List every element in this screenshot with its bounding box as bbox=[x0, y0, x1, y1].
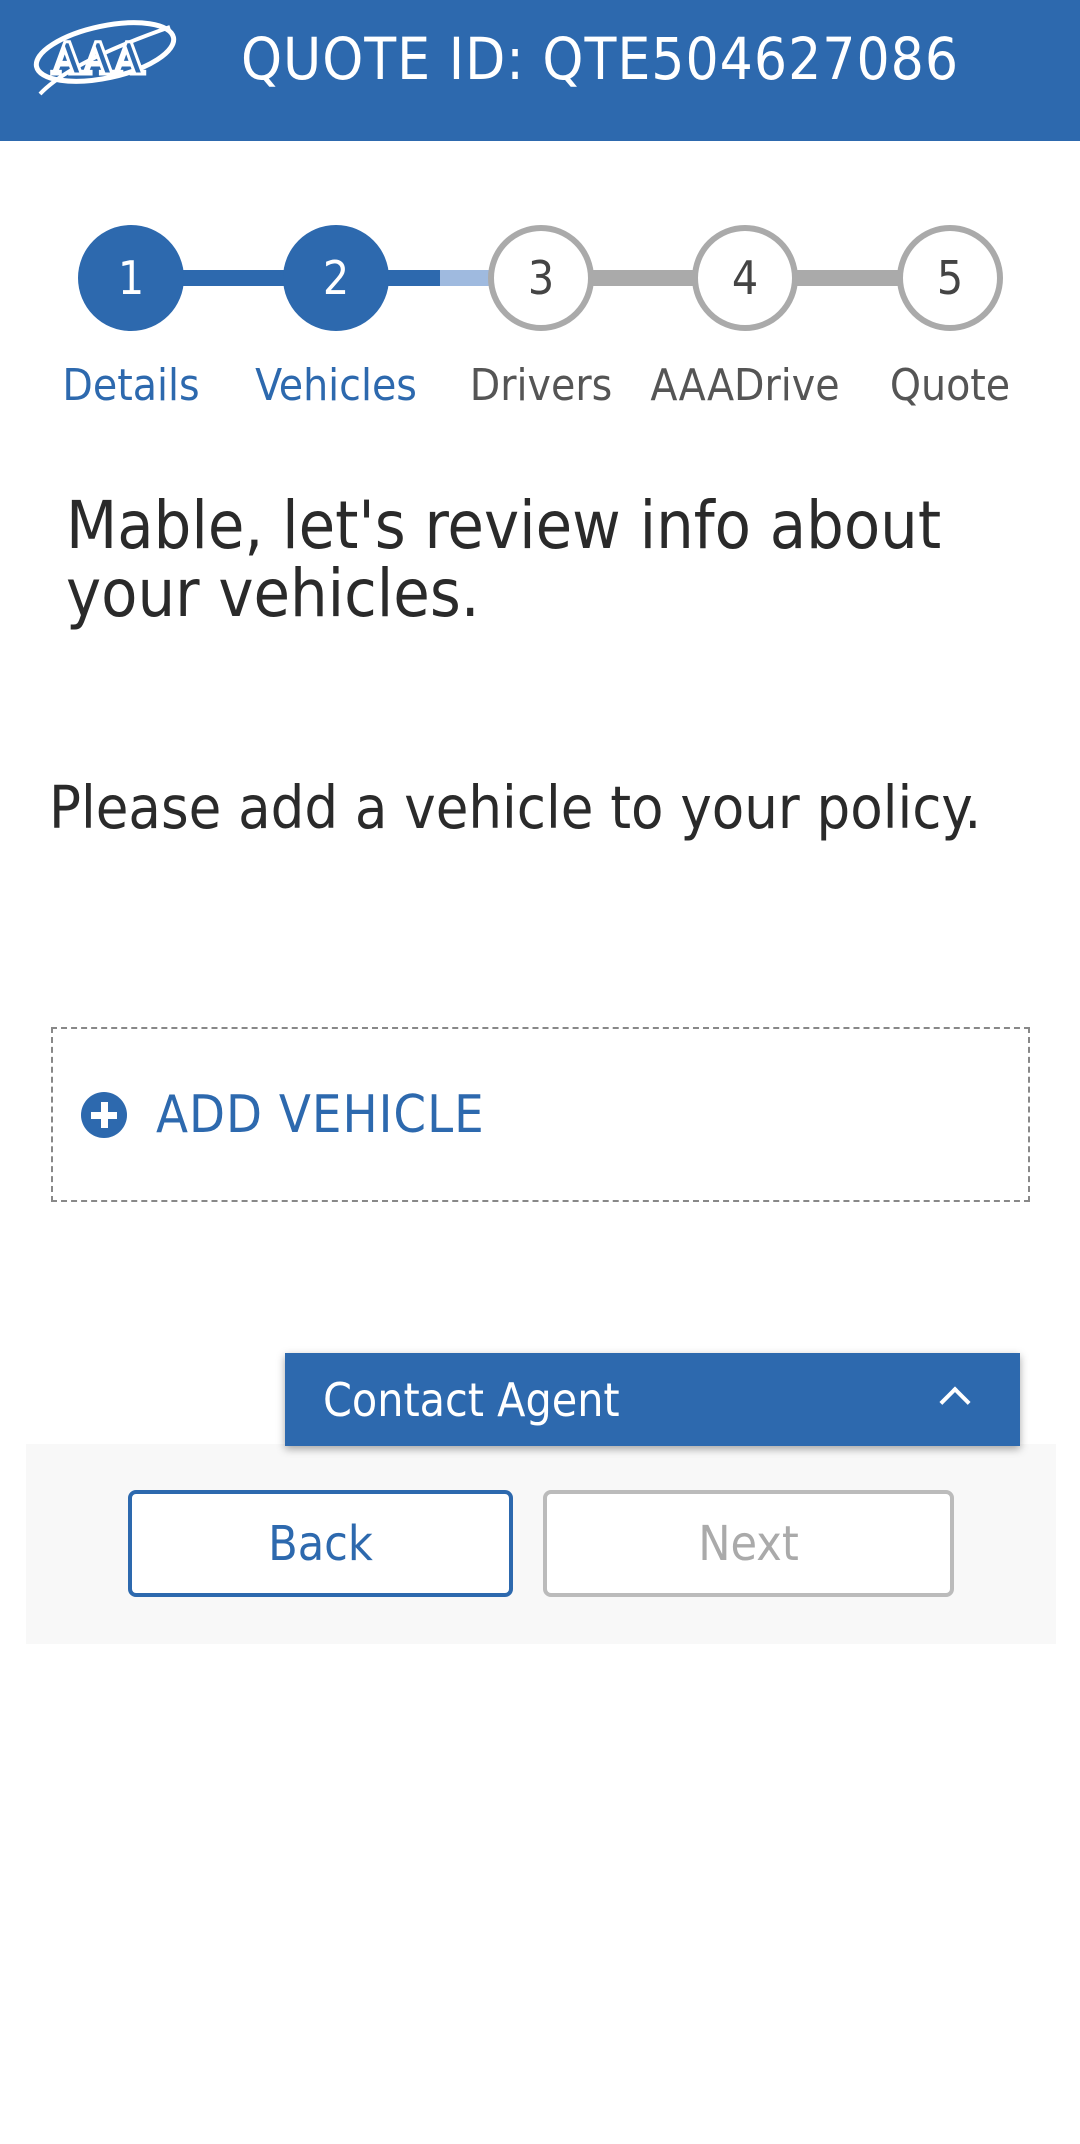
chevron-up-icon bbox=[939, 1386, 971, 1418]
step-5-quote: 5 bbox=[897, 225, 1003, 331]
step-2-vehicles[interactable]: 2 bbox=[283, 225, 389, 331]
aaa-logo[interactable]: AAA bbox=[30, 12, 180, 102]
step-number: 1 bbox=[117, 251, 145, 305]
logo-text: AAA bbox=[51, 34, 145, 85]
add-vehicle-prompt: Please add a vehicle to your policy. bbox=[49, 773, 982, 842]
step-label-aaadrive: AAADrive bbox=[650, 360, 840, 411]
step-number: 5 bbox=[936, 251, 964, 305]
contact-agent-label: Contact Agent bbox=[323, 1372, 620, 1427]
plus-circle-icon bbox=[81, 1091, 127, 1138]
app-header: AAA QUOTE ID: QTE504627086 bbox=[0, 0, 1080, 141]
step-4-aaadrive: 4 bbox=[692, 225, 798, 331]
step-number: 2 bbox=[322, 251, 350, 305]
next-button[interactable]: Next bbox=[543, 1490, 954, 1597]
step-number: 3 bbox=[527, 251, 555, 305]
step-label-vehicles[interactable]: Vehicles bbox=[236, 360, 436, 411]
contact-agent-button[interactable]: Contact Agent bbox=[285, 1353, 1020, 1446]
step-1-details[interactable]: 1 bbox=[78, 225, 184, 331]
page-title: Mable, let's review info about your vehi… bbox=[66, 487, 942, 632]
back-button[interactable]: Back bbox=[128, 1490, 513, 1597]
quote-id: QUOTE ID: QTE504627086 bbox=[240, 25, 960, 93]
add-vehicle-button[interactable]: ADD VEHICLE bbox=[51, 1027, 1030, 1202]
step-label-drivers: Drivers bbox=[469, 360, 613, 411]
step-3-drivers: 3 bbox=[488, 225, 594, 331]
add-vehicle-label: ADD VEHICLE bbox=[156, 1084, 485, 1145]
step-label-quote: Quote bbox=[889, 360, 1011, 411]
step-label-details[interactable]: Details bbox=[31, 360, 231, 411]
step-number: 4 bbox=[731, 251, 759, 305]
